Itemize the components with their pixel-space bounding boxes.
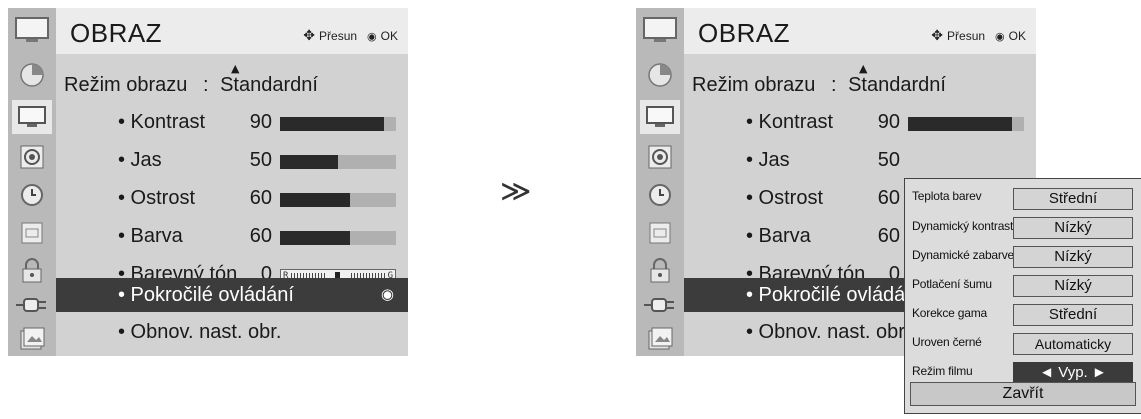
contrast-value: 90: [249, 111, 272, 133]
audio-icon[interactable]: [640, 140, 680, 174]
brightness-value: 50: [249, 149, 272, 171]
option-icon[interactable]: [12, 216, 52, 250]
hint-move-label: Přesun: [947, 29, 986, 43]
contrast-slider[interactable]: [280, 117, 396, 131]
menu-title-bar: OBRAZ ✥ Přesun ◉ OK: [56, 8, 408, 54]
brightness-slider[interactable]: [280, 155, 396, 169]
black-level-value[interactable]: Automaticky: [1013, 333, 1133, 355]
menu-item-sharpness[interactable]: • Ostrost: [118, 187, 195, 210]
menu-icon-sidebar-right: [636, 8, 684, 356]
page-title: OBRAZ: [70, 18, 163, 48]
picture-menu-panel-left: OBRAZ ✥ Přesun ◉ OK ▲ Režim obrazu : Sta…: [8, 8, 408, 356]
lock-icon[interactable]: [12, 254, 52, 288]
color-value: 60: [877, 225, 900, 247]
gamma-value[interactable]: Střední: [1013, 304, 1133, 326]
menu-title-bar: OBRAZ ✥ Přesun ◉ OK: [684, 8, 1036, 54]
menu-icon-sidebar: [8, 8, 56, 356]
popup-label-gamma: Korekce gama: [912, 306, 987, 320]
sharpness-slider-fill: [280, 193, 350, 207]
picture-mode-value: Standardní: [848, 74, 946, 96]
picture-mode-label: Režim obrazu: [64, 74, 188, 96]
picture-mode-row[interactable]: Režim obrazu : Standardní: [64, 74, 318, 97]
popup-label-film-mode: Režim filmu: [912, 364, 973, 378]
hint-ok-label: OK: [380, 29, 398, 43]
clock-icon[interactable]: [640, 178, 680, 212]
menu-item-picture-reset[interactable]: • Obnov. nast. obr.: [118, 321, 281, 344]
ok-select-icon: ◉: [380, 285, 394, 303]
usb-photo-icon[interactable]: [12, 322, 52, 356]
menu-item-advanced-control[interactable]: • Pokročilé ovládání ◉: [56, 278, 408, 312]
menu-item-color[interactable]: • Barva: [746, 225, 811, 248]
sharpness-slider[interactable]: [280, 193, 396, 207]
option-icon[interactable]: [640, 216, 680, 250]
contrast-slider-fill: [280, 117, 385, 131]
picture-mode-value: Standardní: [220, 74, 318, 96]
popup-label-noise-reduction: Potlačení šumu: [912, 277, 992, 291]
menu-item-contrast[interactable]: • Kontrast: [746, 111, 833, 134]
brightness-slider-fill: [280, 155, 338, 169]
picture-mode-separator: :: [202, 74, 209, 96]
nav-hint: ✥ Přesun ◉ OK: [931, 28, 1026, 44]
tv-icon[interactable]: [640, 100, 680, 134]
input-icon[interactable]: [640, 288, 680, 322]
clock-icon[interactable]: [12, 178, 52, 212]
input-icon[interactable]: [12, 288, 52, 322]
popup-label-color-temperature: Teplota barev: [912, 189, 982, 203]
popup-label-dynamic-color: Dynamické zabarvení: [912, 248, 1024, 262]
advanced-control-label: • Pokročilé ovládání: [118, 284, 294, 306]
sharpness-value: 60: [877, 187, 900, 209]
picture-mode-separator: :: [830, 74, 837, 96]
nav-hint: ✥ Přesun ◉ OK: [303, 28, 398, 44]
menu-item-brightness[interactable]: • Jas: [118, 149, 162, 172]
audio-icon[interactable]: [12, 140, 52, 174]
advanced-control-label: • Pokročilé ovládá: [746, 284, 906, 306]
move-arrows-icon: ✥: [303, 28, 316, 44]
menu-item-sharpness[interactable]: • Ostrost: [746, 187, 823, 210]
tv-monitor-icon: [10, 12, 54, 48]
lock-icon[interactable]: [640, 254, 680, 288]
transition-arrow-icon: ≫: [500, 174, 532, 209]
tv-monitor-icon: [638, 12, 682, 48]
advanced-control-popup: Teplota barev Střední Dynamický kontrast…: [904, 178, 1141, 414]
hint-ok-label: OK: [1008, 29, 1026, 43]
picture-icon[interactable]: [12, 58, 52, 92]
picture-mode-row[interactable]: Režim obrazu : Standardní: [692, 74, 946, 97]
color-value: 60: [249, 225, 272, 247]
ok-button-icon: ◉: [995, 29, 1005, 43]
menu-item-contrast[interactable]: • Kontrast: [118, 111, 205, 134]
usb-photo-icon[interactable]: [640, 322, 680, 356]
noise-reduction-value[interactable]: Nízký: [1013, 275, 1133, 297]
close-button[interactable]: Zavřít: [910, 382, 1136, 406]
contrast-slider[interactable]: [908, 117, 1024, 131]
page-title: OBRAZ: [698, 18, 791, 48]
color-slider[interactable]: [280, 231, 396, 245]
ok-button-icon: ◉: [367, 29, 377, 43]
contrast-value: 90: [877, 111, 900, 133]
color-slider-fill: [280, 231, 350, 245]
dynamic-contrast-value[interactable]: Nízký: [1013, 217, 1133, 239]
hint-move-label: Přesun: [319, 29, 358, 43]
contrast-slider-fill: [908, 117, 1013, 131]
picture-mode-label: Režim obrazu: [692, 74, 816, 96]
popup-label-dynamic-contrast: Dynamický kontrast: [912, 219, 1014, 233]
dynamic-color-value[interactable]: Nízký: [1013, 246, 1133, 268]
picture-icon[interactable]: [640, 58, 680, 92]
menu-item-brightness[interactable]: • Jas: [746, 149, 790, 172]
brightness-value: 50: [877, 149, 900, 171]
film-mode-value[interactable]: ◄ Vyp. ►: [1013, 362, 1133, 384]
menu-item-color[interactable]: • Barva: [118, 225, 183, 248]
menu-item-picture-reset[interactable]: • Obnov. nast. obr: [746, 321, 905, 344]
color-temperature-value[interactable]: Střední: [1013, 188, 1133, 210]
sharpness-value: 60: [249, 187, 272, 209]
move-arrows-icon: ✥: [931, 28, 944, 44]
tv-icon[interactable]: [12, 100, 52, 134]
popup-label-black-level: Uroven černé: [912, 335, 982, 349]
